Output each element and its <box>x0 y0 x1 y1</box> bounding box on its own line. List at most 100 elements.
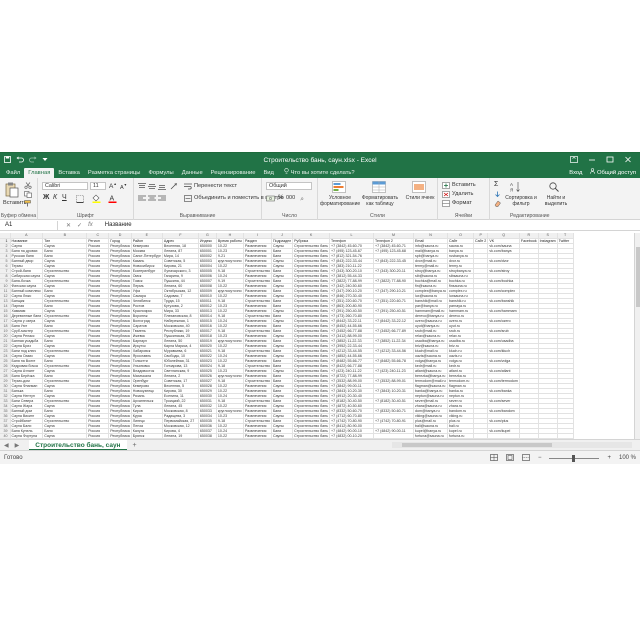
tab-home[interactable]: Главная <box>24 168 55 178</box>
table-cell[interactable]: Строительство бань <box>292 363 330 369</box>
table-cell[interactable]: Республика <box>108 278 132 284</box>
table-cell[interactable]: Республика <box>108 413 132 419</box>
table-cell[interactable]: Первомайская, 27 <box>162 418 199 424</box>
horizontal-scroll-thumb[interactable] <box>402 443 552 447</box>
grow-font-icon[interactable]: A▲ <box>109 182 117 190</box>
minimize-icon[interactable] <box>588 156 596 165</box>
table-cell[interactable]: Республика <box>108 363 132 369</box>
worksheet-grid[interactable]: ABCDEFGHIJKLMNOPQRST 1 Название Тип Регион Г… <box>0 233 634 439</box>
table-cell[interactable]: Строительство бань <box>292 358 330 364</box>
customize-icon[interactable] <box>42 156 48 164</box>
table-cell[interactable]: Кедровая бочка <box>10 363 44 369</box>
page-layout-icon[interactable] <box>506 453 514 463</box>
fill-icon[interactable] <box>494 191 501 200</box>
table-cell[interactable]: Строительство бань <box>292 268 330 274</box>
delete-cells-button[interactable]: Удалить <box>452 191 473 197</box>
table-cell[interactable]: Республика <box>108 303 132 309</box>
sign-in-link[interactable]: Вход <box>569 168 582 178</box>
align-center-icon[interactable] <box>148 195 156 204</box>
normal-view-icon[interactable] <box>490 453 498 463</box>
vertical-scrollbar[interactable] <box>634 233 640 439</box>
find-select-button[interactable]: Найти и выделить <box>540 195 572 207</box>
table-cell[interactable]: Республика <box>108 343 132 349</box>
table-cell[interactable]: Строительство бань <box>292 258 330 264</box>
table-cell[interactable]: Строительство бань <box>292 343 330 349</box>
tab-view[interactable]: Вид <box>259 168 278 178</box>
table-cell[interactable]: Строительство бань <box>292 288 330 294</box>
close-icon[interactable] <box>624 156 632 165</box>
table-cell[interactable]: Строительство бань <box>292 428 330 434</box>
table-cell[interactable]: Республика <box>108 313 132 319</box>
horizontal-scrollbar[interactable] <box>392 442 632 448</box>
table-cell[interactable]: Баня на дровах <box>10 248 44 254</box>
table-cell[interactable]: Банная усадьба <box>10 338 44 344</box>
table-cell[interactable]: Строительство <box>243 328 272 334</box>
conditional-format-button[interactable]: Условное форматирование <box>320 195 360 207</box>
table-cell[interactable]: Сибирская сауна <box>10 273 44 279</box>
table-cell[interactable]: Строительство бань <box>292 248 330 254</box>
share-button[interactable]: Общий доступ <box>590 168 636 178</box>
restore-icon[interactable] <box>606 156 614 165</box>
table-cell[interactable]: stroybanya.ru <box>447 268 475 274</box>
font-name-select[interactable]: Calibri <box>42 182 88 190</box>
table-cell[interactable]: Банный комплекс <box>10 288 44 294</box>
table-cell[interactable]: Республика <box>108 318 132 324</box>
table-cell[interactable]: Республика <box>108 328 132 334</box>
ribbon-display-icon[interactable] <box>570 155 578 165</box>
table-cell[interactable]: Строительство бань <box>292 243 330 249</box>
copy-icon[interactable] <box>24 191 32 200</box>
table-cell[interactable]: complex@banya.ru <box>413 288 449 294</box>
table-cell[interactable]: Строительство бань <box>292 368 330 374</box>
table-cell[interactable]: vk.com/bandom <box>487 408 520 414</box>
table-cell[interactable]: Республика <box>108 273 132 279</box>
table-cell[interactable]: banka@banya.ru <box>413 388 449 394</box>
header-cell[interactable]: Подраздел <box>271 238 294 244</box>
table-cell[interactable]: Строительство бань <box>292 323 330 329</box>
page-break-icon[interactable] <box>522 453 530 463</box>
table-cell[interactable]: Строительство бань <box>292 373 330 379</box>
tab-review[interactable]: Рецензирование <box>207 168 260 178</box>
table-cell[interactable]: Строительство бань <box>292 318 330 324</box>
zoom-slider[interactable] <box>549 454 600 462</box>
conditional-format-icon[interactable] <box>332 181 346 195</box>
table-cell[interactable]: Строительство бань <box>292 283 330 289</box>
insert-function-icon[interactable]: fx <box>88 222 93 229</box>
add-sheet-button[interactable]: + <box>133 442 137 449</box>
tell-me-search[interactable]: Что вы хотите сделать? <box>278 168 355 178</box>
redo-icon[interactable] <box>29 156 37 165</box>
table-cell[interactable]: hammam@mail.ru <box>413 308 449 314</box>
cancel-formula-icon[interactable]: ✕ <box>66 222 71 229</box>
table-cell[interactable]: vk.com/complex <box>487 288 520 294</box>
table-cell[interactable]: Строительство бань <box>292 303 330 309</box>
table-cell[interactable]: fortuna@sauna.ru <box>413 433 449 439</box>
table-cell[interactable]: Республика <box>108 248 132 254</box>
comma-style-button[interactable]: 000 <box>286 195 295 201</box>
bold-button[interactable]: Ж <box>43 194 49 201</box>
fill-color-icon[interactable] <box>92 194 101 205</box>
percent-button[interactable]: % <box>278 194 284 201</box>
table-cell[interactable]: Строительство бань <box>292 403 330 409</box>
table-cell[interactable]: Республика <box>108 418 132 424</box>
table-cell[interactable]: круглосуточно <box>216 373 244 379</box>
table-cell[interactable]: Строительство бань <box>292 263 330 269</box>
zoom-level[interactable]: 100 % <box>619 455 636 461</box>
save-icon[interactable] <box>4 155 11 165</box>
align-middle-icon[interactable] <box>148 183 156 192</box>
delete-cells-icon[interactable] <box>442 191 450 200</box>
table-cell[interactable]: Республика <box>108 398 132 404</box>
undo-icon[interactable] <box>16 156 24 165</box>
table-cell[interactable]: Строительство бань <box>292 333 330 339</box>
table-cell[interactable]: Строительство бань <box>292 298 330 304</box>
table-cell[interactable]: Республика <box>108 263 132 269</box>
underline-button[interactable]: Ч <box>62 194 67 201</box>
table-cell[interactable]: Республика <box>108 378 132 384</box>
number-format-select[interactable]: Общий <box>266 182 312 190</box>
table-cell[interactable]: Строительство бань <box>292 253 330 259</box>
table-cell[interactable]: Строительство бань <box>292 273 330 279</box>
table-cell[interactable]: Республика <box>108 243 132 249</box>
table-cell[interactable]: Строительство бань <box>292 328 330 334</box>
increase-decimal-icon[interactable]: ,0 <box>300 195 307 204</box>
table-cell[interactable]: Республика <box>108 433 132 439</box>
format-as-table-button[interactable]: Форматировать как таблицу <box>360 195 400 207</box>
table-cell[interactable]: Строительство <box>243 418 272 424</box>
